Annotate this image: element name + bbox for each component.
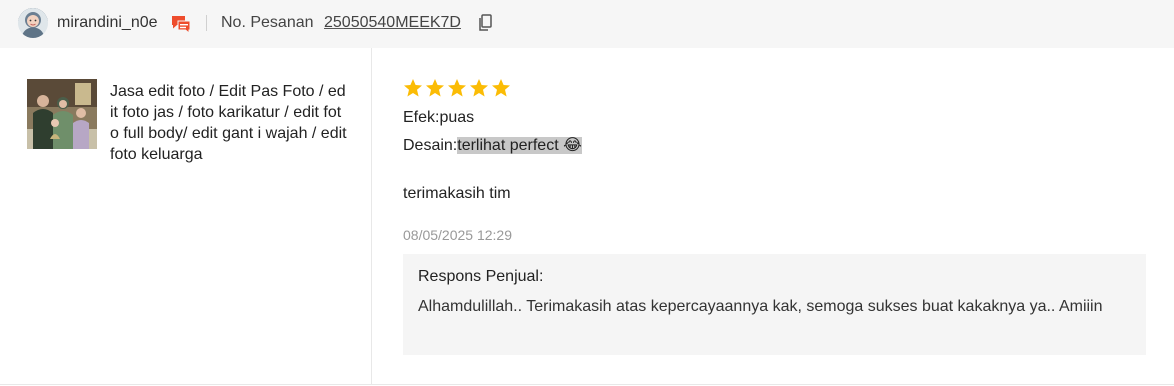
seller-response-text: Alhamdulillah.. Terimakasih atas keperca… [418, 298, 1103, 315]
order-number-link[interactable]: 25050540MEEK7D [324, 14, 461, 32]
copy-icon[interactable] [477, 14, 493, 32]
product-name[interactable]: Jasa edit foto / Edit Pas Foto / edit fo… [110, 81, 348, 165]
review-design-label: Desain: [403, 137, 458, 154]
product-column: Jasa edit foto / Edit Pas Foto / edit fo… [0, 48, 372, 384]
rating-stars [403, 78, 511, 98]
order-number-label: No. Pesanan [221, 14, 314, 31]
seller-response-box: Respons Penjual: Alhamdulillah.. Terimak… [403, 254, 1146, 355]
review-design-line: Desain:terlihat perfect 😂 [403, 135, 582, 155]
review-column: Efek:puas Desain:terlihat perfect 😂 teri… [373, 48, 1174, 384]
review-effect-line: Efek:puas [403, 109, 475, 126]
star-icon [492, 79, 510, 97]
order-header: mirandini_n0e No. Pesanan 25050540MEEK7D [0, 0, 1174, 48]
review-design-value: terlihat perfect 😂 [457, 137, 582, 154]
product-image [27, 79, 97, 149]
review-comment: terimakasih tim [403, 185, 511, 202]
product-thumbnail[interactable] [27, 79, 97, 149]
username[interactable]: mirandini_n0e [57, 14, 158, 32]
review-card: Jasa edit foto / Edit Pas Foto / edit fo… [0, 48, 1174, 384]
avatar[interactable] [18, 8, 48, 38]
star-icon [448, 79, 466, 97]
header-divider [206, 15, 207, 31]
star-icon [426, 79, 444, 97]
chat-icon[interactable] [170, 14, 192, 35]
review-timestamp: 08/05/2025 12:29 [403, 227, 512, 243]
seller-response-title: Respons Penjual: [418, 268, 544, 285]
star-icon [470, 79, 488, 97]
star-icon [404, 79, 422, 97]
avatar-image [18, 8, 48, 38]
card-bottom-border [0, 384, 1174, 385]
